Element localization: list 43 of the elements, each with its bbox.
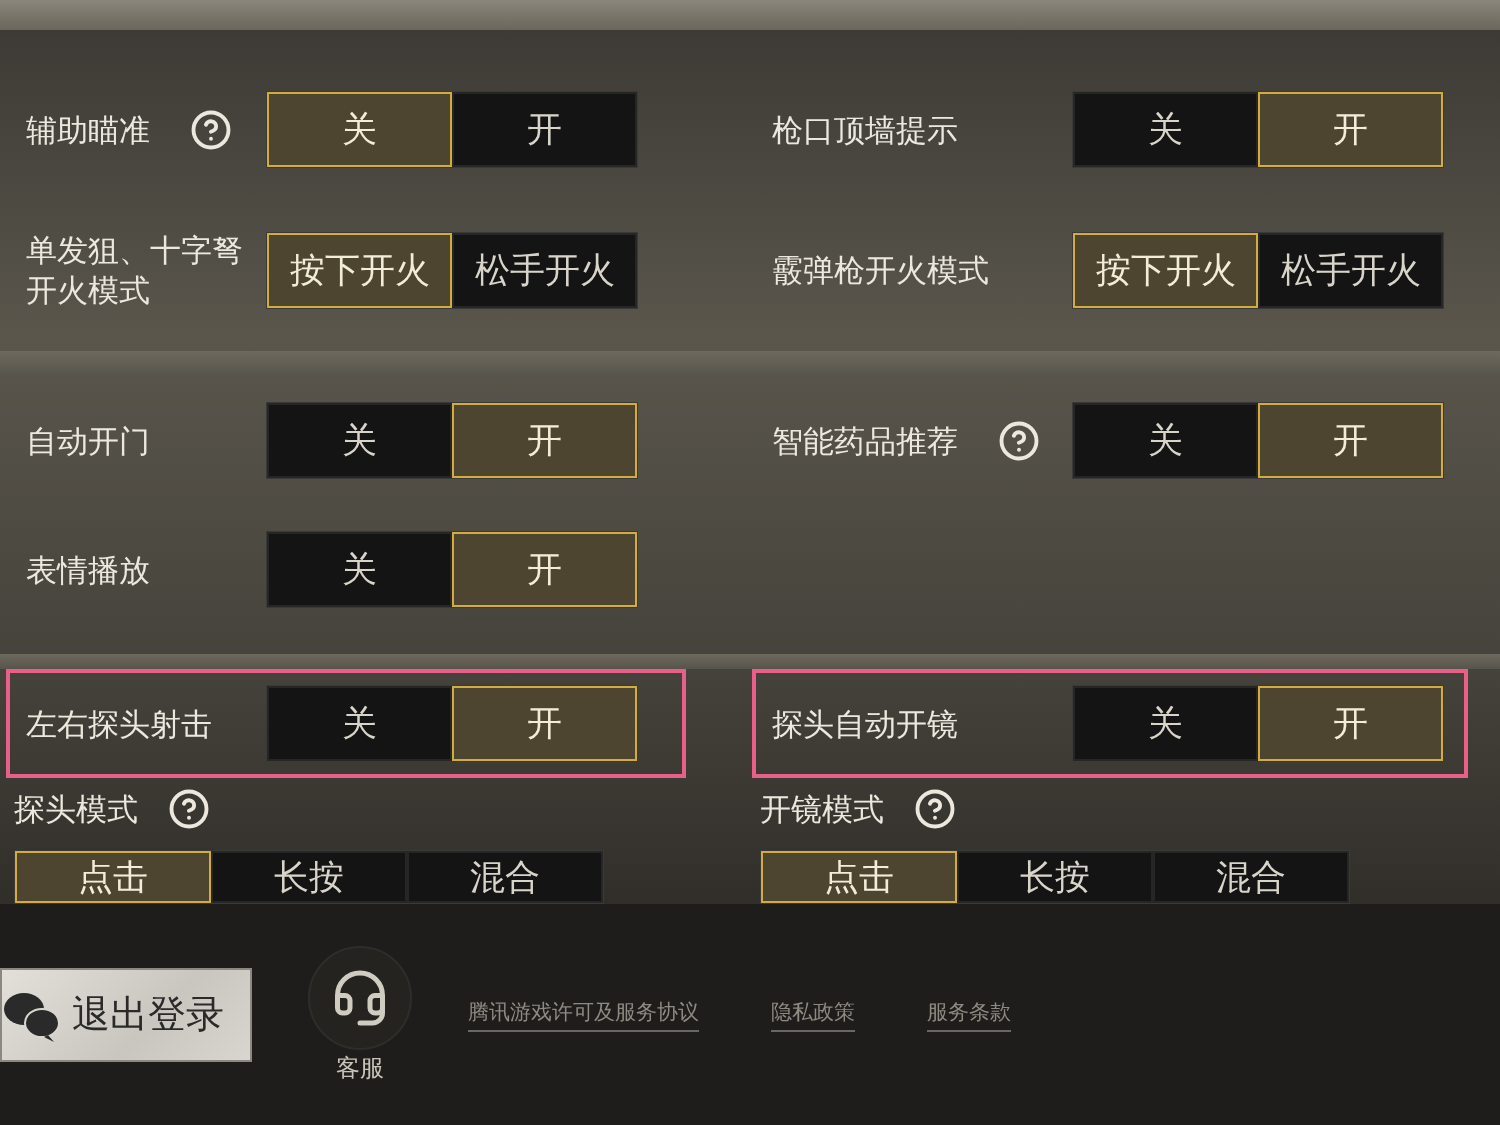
- footer-link[interactable]: 隐私政策: [771, 997, 855, 1032]
- toggle-option[interactable]: 开: [1258, 686, 1443, 761]
- help-icon[interactable]: [190, 108, 232, 151]
- toggle-option[interactable]: 开: [452, 403, 637, 478]
- toggle-option[interactable]: 开: [452, 92, 637, 167]
- footer-link[interactable]: 腾讯游戏许可及服务协议: [468, 997, 699, 1032]
- footer-link[interactable]: 服务条款: [927, 997, 1011, 1032]
- toggle-option[interactable]: 混合: [407, 851, 603, 903]
- toggle-option[interactable]: 关: [267, 92, 452, 167]
- toggle-option[interactable]: 开: [452, 686, 637, 761]
- logout-button[interactable]: 退出登录: [0, 967, 252, 1062]
- setting-label: 智能药品推荐: [772, 421, 958, 461]
- toggle-option[interactable]: 关: [267, 403, 452, 478]
- setting-label: 表情播放: [26, 550, 150, 590]
- setting-label: 开镜模式: [760, 790, 884, 829]
- setting-label: 枪口顶墙提示: [772, 110, 958, 150]
- help-icon[interactable]: [914, 788, 956, 830]
- toggle-option[interactable]: 松手开火: [1258, 232, 1443, 308]
- help-icon[interactable]: [998, 419, 1040, 462]
- setting-label: 辅助瞄准: [26, 110, 150, 150]
- toggle-option[interactable]: 关: [1073, 403, 1258, 478]
- toggle-option[interactable]: 开: [1258, 92, 1443, 167]
- toggle-option[interactable]: 关: [1073, 686, 1258, 761]
- toggle-option[interactable]: 松手开火: [452, 232, 637, 308]
- setting-label: 单发狙、十字弩开火模式: [26, 231, 244, 310]
- toggle-option[interactable]: 开: [452, 532, 637, 607]
- toggle-option[interactable]: 混合: [1153, 851, 1349, 903]
- setting-label: 左右探头射击: [26, 704, 212, 744]
- help-icon[interactable]: [168, 788, 210, 830]
- toggle-option[interactable]: 按下开火: [1073, 232, 1258, 308]
- toggle-option[interactable]: 长按: [957, 851, 1153, 903]
- setting-label: 自动开门: [26, 421, 150, 461]
- toggle-option[interactable]: 关: [1073, 92, 1258, 167]
- toggle-option[interactable]: 点击: [761, 851, 957, 903]
- toggle-option[interactable]: 关: [267, 532, 452, 607]
- setting-label: 探头自动开镜: [772, 704, 958, 744]
- setting-label: 霰弹枪开火模式: [772, 251, 989, 290]
- toggle-option[interactable]: 按下开火: [267, 232, 452, 308]
- toggle-option[interactable]: 关: [267, 686, 452, 761]
- toggle-option[interactable]: 点击: [15, 851, 211, 903]
- toggle-option[interactable]: 长按: [211, 851, 407, 903]
- setting-label: 探头模式: [14, 790, 138, 829]
- toggle-option[interactable]: 开: [1258, 403, 1443, 478]
